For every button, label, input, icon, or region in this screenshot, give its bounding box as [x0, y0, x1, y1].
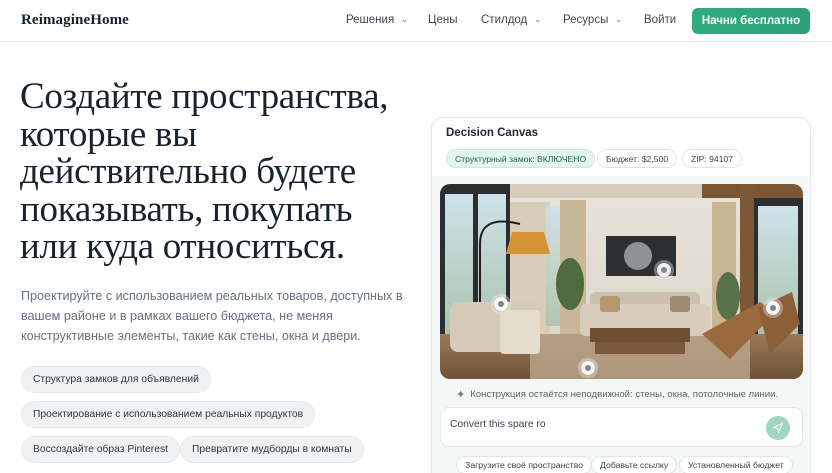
send-button[interactable] — [766, 416, 790, 440]
feature-pill-pinterest[interactable]: Воссоздайте образ Pinterest — [21, 436, 180, 463]
nav-solutions[interactable]: Решения ⌄ — [346, 14, 408, 26]
brand-logo[interactable]: ReimagineHome — [21, 12, 129, 29]
canvas-title: Decision Canvas — [446, 127, 539, 139]
hero-title-line: которые вы — [20, 113, 197, 155]
structure-note-text: Конструкция остаётся неподвижной: стены,… — [470, 389, 779, 400]
hero-title-line: действительно будете — [20, 151, 356, 192]
nav-pricing[interactable]: Цены — [428, 14, 458, 26]
room-render-image[interactable] — [440, 184, 803, 379]
prompt-input[interactable] — [450, 419, 750, 430]
nav-resources[interactable]: Ресурсы ⌄ — [563, 14, 622, 26]
nav-styles-label: Стилдод — [481, 14, 528, 26]
top-navbar: ReimagineHome Решения ⌄ Цены Стилдод ⌄ Р… — [0, 0, 832, 42]
hero-title-line: или куда относиться. — [20, 226, 345, 267]
chevron-down-icon: ⌄ — [401, 14, 408, 24]
chevron-down-icon: ⌄ — [615, 14, 623, 24]
prompt-box — [440, 407, 803, 447]
hotspot-rug[interactable] — [581, 361, 595, 375]
zip-chip[interactable]: ZIP: 94107 — [682, 149, 743, 168]
hero-title-line: показывать, покупать — [20, 188, 353, 230]
hero-subtitle: Проектируйте с использованием реальных т… — [21, 289, 403, 343]
add-link-chip[interactable]: Добавьте ссылку — [591, 456, 678, 473]
nav-pricing-label: Цены — [428, 14, 458, 26]
feature-pill-real-products[interactable]: Проектирование с использованием реальных… — [21, 401, 316, 428]
nav-solutions-label: Решения — [346, 14, 395, 26]
canvas-header: Decision Canvas Структурный замок: ВКЛЮЧ… — [432, 118, 810, 176]
nav-styles[interactable]: Стилдод ⌄ — [481, 14, 541, 26]
send-icon — [772, 422, 784, 434]
hotspot-armchair[interactable] — [494, 297, 508, 311]
structure-note: ✦ Конструкция остаётся неподвижной: стен… — [456, 388, 778, 401]
nav-login[interactable]: Войти — [644, 14, 676, 26]
chevron-down-icon: ⌄ — [534, 14, 541, 24]
set-budget-chip[interactable]: Установленный бюджет — [679, 456, 793, 473]
hotspot-artwork[interactable] — [657, 263, 671, 277]
start-free-button[interactable]: Начни бесплатно — [692, 8, 810, 34]
living-room-illustration — [440, 184, 803, 379]
hotspot-chair[interactable] — [766, 301, 780, 315]
upload-space-chip[interactable]: Загрузите своё пространство — [456, 456, 593, 473]
hero-title: Создайте пространства, которые вы действ… — [20, 78, 420, 266]
structure-lock-chip[interactable]: Структурный замок: ВКЛЮЧЕНО — [446, 149, 596, 168]
feature-pill-moodboards[interactable]: Превратите мудборды в комнаты — [180, 436, 364, 463]
decision-canvas-card: Decision Canvas Структурный замок: ВКЛЮЧ… — [431, 117, 811, 473]
nav-login-label: Войти — [644, 14, 677, 26]
sparkle-icon: ✦ — [456, 389, 466, 401]
budget-chip[interactable]: Бюджет: $2,500 — [597, 149, 678, 168]
nav-resources-label: Ресурсы — [563, 14, 609, 26]
hero-title-line: Создайте пространства, — [20, 76, 389, 117]
feature-pill-structure-lock[interactable]: Структура замков для объявлений — [21, 366, 211, 393]
